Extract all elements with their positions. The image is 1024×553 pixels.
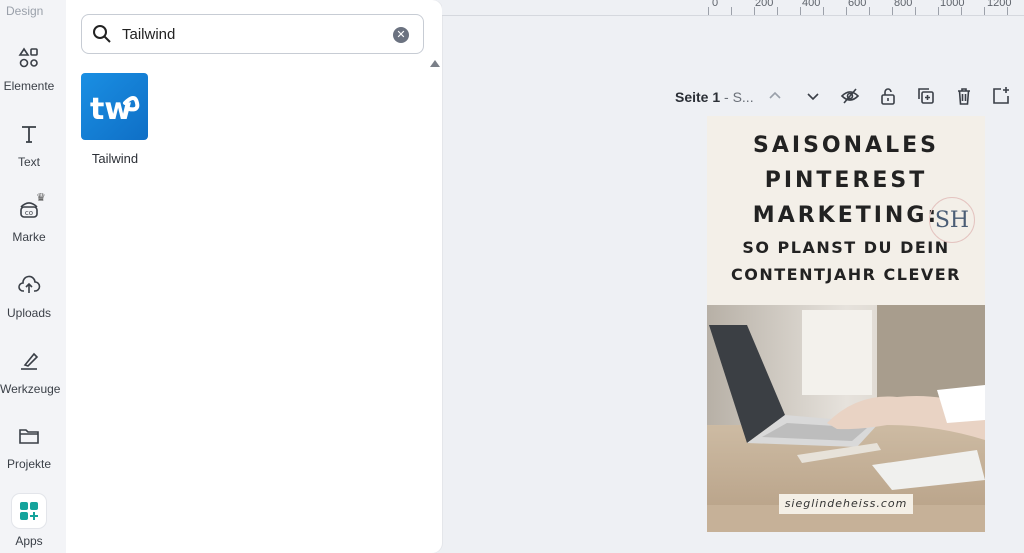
crown-icon: ♛	[36, 192, 46, 204]
top-ruler: 0 200 400 600 800 1000 1200	[442, 0, 1024, 16]
rail-item-marke[interactable]: co ♛ Marke	[0, 192, 58, 244]
apps-grid-icon	[12, 494, 46, 528]
ruler-label: 800	[894, 0, 913, 9]
rail-item-label: Elemente	[3, 79, 55, 93]
unlock-icon[interactable]	[878, 86, 898, 106]
hide-page-icon[interactable]	[840, 86, 860, 106]
clear-search-icon[interactable]: ✕	[393, 27, 409, 43]
chevron-up-icon[interactable]	[765, 86, 785, 106]
rail-item-text[interactable]: Text	[0, 122, 58, 169]
scroll-up-arrow-icon[interactable]	[430, 60, 440, 67]
search-box[interactable]: ✕	[81, 14, 424, 54]
rail-item-label: Text	[17, 155, 40, 169]
trash-icon[interactable]	[954, 86, 974, 106]
tailwind-app-label[interactable]: Tailwind	[78, 151, 152, 166]
headline-line-2: PINTEREST	[764, 168, 928, 193]
rail-item-label: Marke	[12, 230, 46, 244]
rail-item-label: Uploads	[6, 306, 52, 320]
cloud-upload-icon	[18, 275, 41, 293]
ruler-label: 0	[712, 0, 719, 9]
search-icon	[93, 25, 111, 43]
ruler-label: 200	[755, 0, 774, 9]
sh-logo[interactable]: SH	[929, 197, 975, 243]
rail-item-projekte[interactable]: Projekte	[0, 424, 58, 471]
shapes-icon	[18, 47, 38, 68]
page-title-bold: Seite 1	[675, 89, 721, 105]
rail-item-elemente[interactable]: Elemente	[0, 46, 58, 93]
rail-item-apps[interactable]: Apps	[0, 494, 58, 548]
headline-line-1: SAISONALES	[753, 133, 939, 158]
design-page[interactable]: SAISONALES PINTEREST MARKETING: SO PLANS…	[707, 116, 985, 532]
search-input[interactable]	[122, 24, 382, 44]
rail-design-label[interactable]: Design	[6, 4, 43, 18]
svg-text:co: co	[25, 209, 33, 217]
rail-item-uploads[interactable]: Uploads	[0, 273, 58, 320]
ruler-label: 400	[802, 0, 821, 9]
rail-item-werkzeuge[interactable]: Werkzeuge	[0, 349, 61, 396]
rail-item-label: Werkzeuge	[0, 382, 61, 396]
page-title-rest: - S...	[720, 89, 754, 105]
tailwind-app-tile[interactable]: tw	[81, 73, 148, 140]
chevron-down-icon[interactable]	[803, 86, 823, 106]
pen-tool-icon	[21, 352, 39, 370]
folder-icon	[19, 429, 39, 444]
url-badge: sieglindeheiss.com	[779, 494, 913, 514]
text-icon	[22, 126, 36, 143]
rail-item-label: Apps	[15, 534, 43, 548]
tailwind-logo-icon: tw	[90, 92, 140, 127]
tailwind-logo-text: tw	[90, 92, 132, 127]
headline-line-5: CONTENTJAHR CLEVER	[731, 265, 961, 284]
rail-item-label: Projekte	[6, 457, 52, 471]
page-title[interactable]: Seite 1 - S...	[675, 89, 754, 105]
left-rail: Design Elemente Text co ♛ Marke Uploads …	[0, 0, 66, 553]
ruler-label: 600	[848, 0, 867, 9]
apps-panel: ✕ tw Tailwind	[66, 0, 442, 553]
add-page-icon[interactable]	[991, 86, 1011, 106]
duplicate-page-icon[interactable]	[916, 86, 936, 106]
